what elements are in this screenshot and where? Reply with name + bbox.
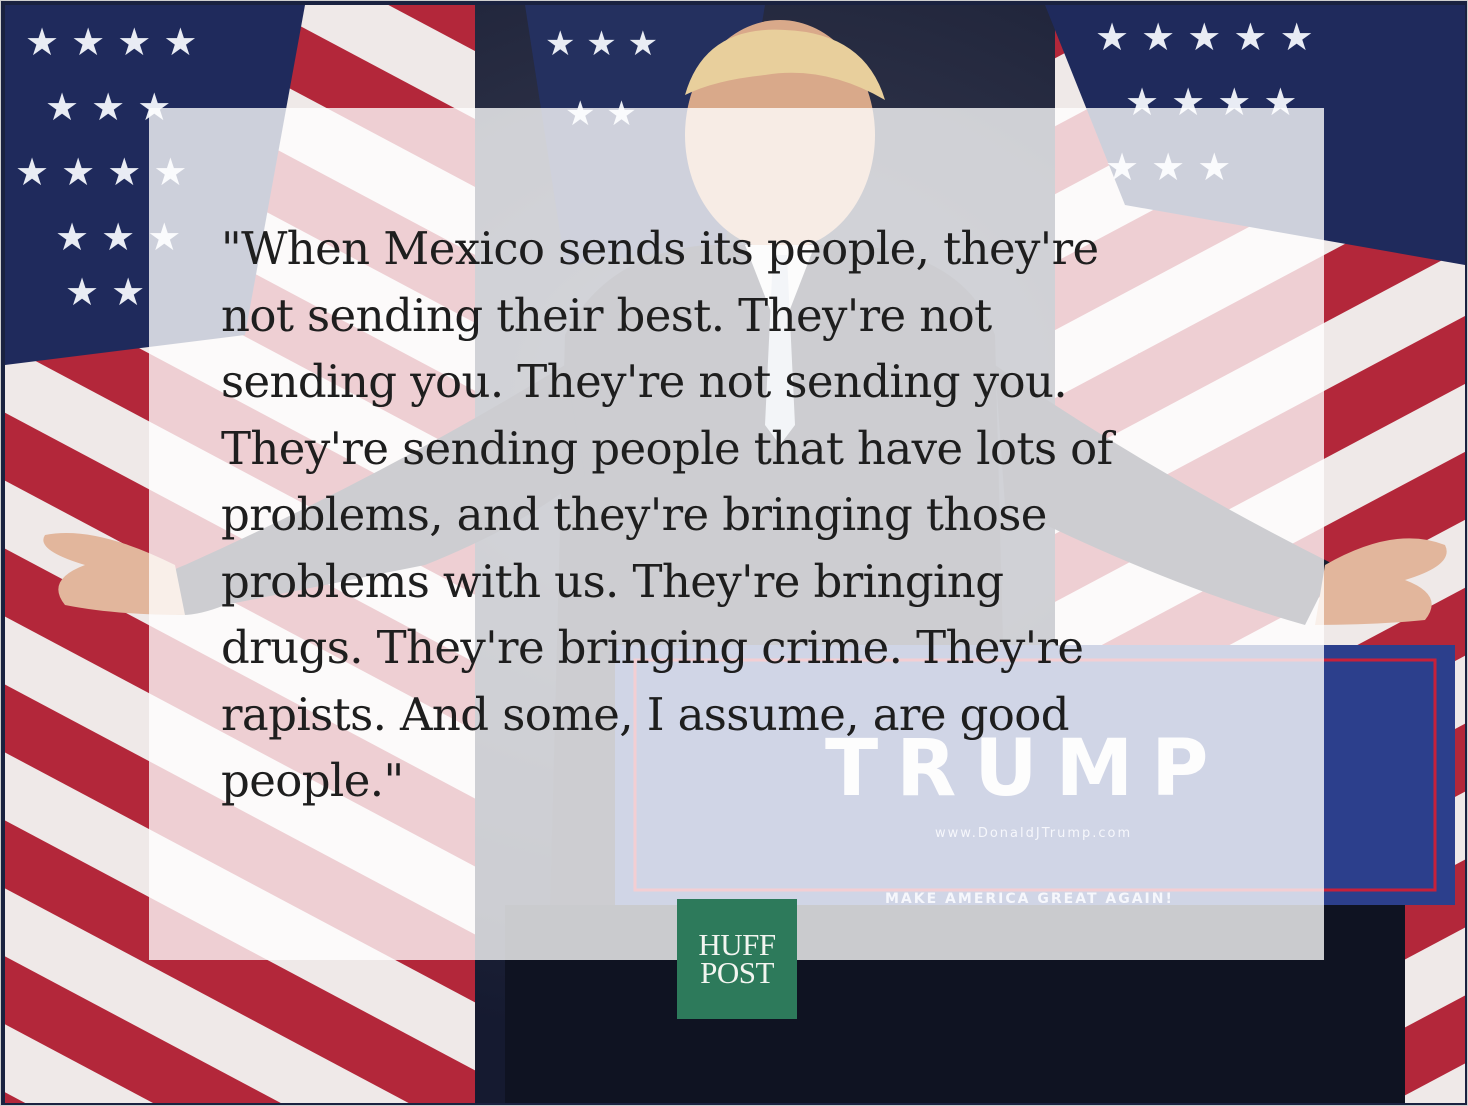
quote-text: "When Mexico sends its people, they're n… (221, 222, 1113, 807)
svg-text:★ ★ ★ ★ ★: ★ ★ ★ ★ ★ (1095, 15, 1314, 59)
logo-line-2: POST (700, 955, 774, 990)
svg-text:★ ★: ★ ★ (65, 270, 145, 314)
svg-text:★ ★ ★ ★: ★ ★ ★ ★ (25, 20, 198, 64)
quote-panel: "When Mexico sends its people, they're n… (149, 108, 1324, 960)
huffpost-logo: HUFF POST (677, 899, 797, 1019)
image-frame: ★ ★ ★ ★ ★ ★ ★ ★ ★ ★ ★ ★ ★ ★ ★ ★ ★ ★ ★ ★ … (0, 0, 1468, 1106)
svg-text:★ ★ ★: ★ ★ ★ (545, 24, 658, 64)
